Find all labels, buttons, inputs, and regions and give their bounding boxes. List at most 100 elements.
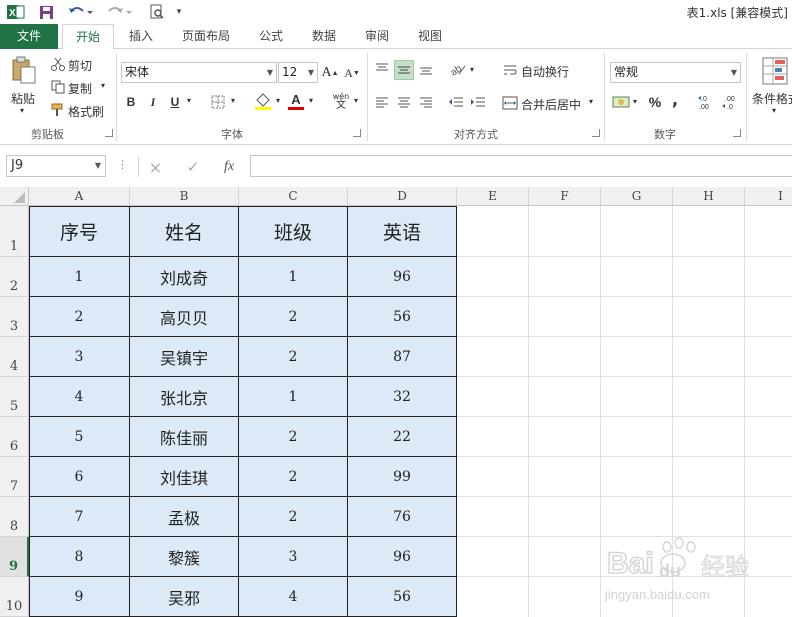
row-header-6[interactable]: 6 <box>0 417 29 457</box>
font-size-select[interactable]: 12 ▼ <box>278 62 318 83</box>
cell-english[interactable]: 56 <box>348 577 457 617</box>
cell-no[interactable]: 6 <box>29 457 130 497</box>
tab-review[interactable]: 审阅 <box>355 24 399 49</box>
cell-english[interactable]: 99 <box>348 457 457 497</box>
percent-button[interactable]: % <box>646 92 664 112</box>
align-top-icon[interactable] <box>373 60 391 78</box>
wrap-text-icon[interactable] <box>501 61 519 79</box>
orientation-dropdown-icon[interactable]: ▾ <box>470 65 474 74</box>
format-painter-label[interactable]: 格式刷 <box>68 103 104 120</box>
tab-home[interactable]: 开始 <box>62 24 114 50</box>
column-header-c[interactable]: C <box>239 187 348 206</box>
formula-bar-handle-icon[interactable]: ⋮ <box>117 158 128 171</box>
name-box[interactable]: J9 ▼ <box>6 155 106 177</box>
cell-no[interactable]: 1 <box>29 257 130 297</box>
fill-color-dropdown-icon[interactable]: ▾ <box>276 96 280 105</box>
column-header-e[interactable]: E <box>457 187 529 206</box>
header-cell-no[interactable]: 序号 <box>29 206 130 257</box>
cell-name[interactable]: 孟极 <box>130 497 239 537</box>
tab-insert[interactable]: 插入 <box>119 24 163 49</box>
row-header-3[interactable]: 3 <box>0 297 29 337</box>
tab-data[interactable]: 数据 <box>302 24 346 49</box>
shrink-font-button[interactable]: A ▼ <box>343 63 361 83</box>
underline-button[interactable]: U <box>167 92 183 112</box>
cell-name[interactable]: 吴邪 <box>130 577 239 617</box>
row-header-10[interactable]: 10 <box>0 577 29 617</box>
undo-icon[interactable] <box>66 3 94 21</box>
cell-class[interactable]: 4 <box>239 577 348 617</box>
orientation-icon[interactable]: ab <box>447 60 469 78</box>
bold-button[interactable]: B <box>123 92 139 112</box>
italic-button[interactable]: I <box>145 92 161 112</box>
formula-input[interactable] <box>250 155 792 177</box>
cell-english[interactable]: 96 <box>348 257 457 297</box>
cell-no[interactable]: 2 <box>29 297 130 337</box>
cut-label[interactable]: 剪切 <box>68 57 92 74</box>
column-header-a[interactable]: A <box>29 187 130 206</box>
font-launcher-icon[interactable] <box>353 129 361 137</box>
cell-no[interactable]: 7 <box>29 497 130 537</box>
accounting-format-icon[interactable] <box>611 93 633 111</box>
column-header-d[interactable]: D <box>348 187 457 206</box>
align-left-icon[interactable] <box>373 93 391 111</box>
fill-color-icon[interactable] <box>253 91 273 111</box>
conditional-dropdown-icon[interactable]: ▾ <box>772 106 776 115</box>
cut-icon[interactable] <box>50 56 66 72</box>
accounting-dropdown-icon[interactable]: ▾ <box>633 97 637 106</box>
copy-dropdown-icon[interactable]: ▾ <box>101 81 105 90</box>
cell-english[interactable]: 32 <box>348 377 457 417</box>
cell-name[interactable]: 张北京 <box>130 377 239 417</box>
column-header-f[interactable]: F <box>529 187 601 206</box>
merge-dropdown-icon[interactable]: ▾ <box>589 97 593 106</box>
enter-icon[interactable]: ✓ <box>178 157 208 177</box>
cell-english[interactable]: 56 <box>348 297 457 337</box>
cell-class[interactable]: 2 <box>239 417 348 457</box>
tab-page-layout[interactable]: 页面布局 <box>172 24 240 49</box>
cell-no[interactable]: 4 <box>29 377 130 417</box>
cancel-icon[interactable]: × <box>138 157 172 177</box>
paste-dropdown-icon[interactable]: ▾ <box>20 106 24 115</box>
cell-no[interactable]: 9 <box>29 577 130 617</box>
font-color-button[interactable]: A <box>287 91 305 111</box>
cell-class[interactable]: 3 <box>239 537 348 577</box>
insert-function-icon[interactable]: fx <box>214 157 244 177</box>
clipboard-launcher-icon[interactable] <box>105 129 113 137</box>
font-color-dropdown-icon[interactable]: ▾ <box>309 96 313 105</box>
row-header-4[interactable]: 4 <box>0 337 29 377</box>
paste-label[interactable]: 粘贴 <box>11 90 35 107</box>
cell-name[interactable]: 刘成奇 <box>130 257 239 297</box>
row-header-8[interactable]: 8 <box>0 497 29 537</box>
redo-icon[interactable] <box>106 3 134 21</box>
cell-english[interactable]: 87 <box>348 337 457 377</box>
cell-no[interactable]: 5 <box>29 417 130 457</box>
tab-view[interactable]: 视图 <box>408 24 452 49</box>
number-launcher-icon[interactable] <box>733 129 741 137</box>
column-header-h[interactable]: H <box>673 187 745 206</box>
phonetic-dropdown-icon[interactable]: ▾ <box>354 96 358 105</box>
worksheet-grid[interactable]: A B C D E F G H I 1 2 3 4 5 6 7 8 9 10 序… <box>0 187 792 617</box>
font-name-select[interactable]: 宋体 ▼ <box>121 62 277 83</box>
comma-button[interactable]: , <box>668 89 682 109</box>
decrease-decimal-icon[interactable]: .00.0 <box>720 92 742 112</box>
merge-center-label[interactable]: 合并后居中 <box>521 96 581 113</box>
format-painter-icon[interactable] <box>50 102 66 118</box>
cell-name[interactable]: 陈佳丽 <box>130 417 239 457</box>
customize-toolbar-icon[interactable]: ▾ <box>172 3 186 21</box>
cell-name[interactable]: 吴镇宇 <box>130 337 239 377</box>
cell-class[interactable]: 1 <box>239 377 348 417</box>
print-preview-icon[interactable] <box>146 3 168 21</box>
borders-dropdown-icon[interactable]: ▾ <box>231 96 235 105</box>
cell-name[interactable]: 刘佳琪 <box>130 457 239 497</box>
wrap-text-label[interactable]: 自动换行 <box>521 63 569 80</box>
alignment-launcher-icon[interactable] <box>592 129 600 137</box>
row-header-1[interactable]: 1 <box>0 206 29 257</box>
align-center-icon[interactable] <box>395 93 413 111</box>
cell-name[interactable]: 高贝贝 <box>130 297 239 337</box>
conditional-formatting-label[interactable]: 条件格式 <box>752 90 792 107</box>
header-cell-name[interactable]: 姓名 <box>130 206 239 257</box>
borders-icon[interactable] <box>209 93 227 111</box>
cell-name[interactable]: 黎簇 <box>130 537 239 577</box>
row-header-2[interactable]: 2 <box>0 257 29 297</box>
cell-class[interactable]: 2 <box>239 497 348 537</box>
cell-english[interactable]: 96 <box>348 537 457 577</box>
